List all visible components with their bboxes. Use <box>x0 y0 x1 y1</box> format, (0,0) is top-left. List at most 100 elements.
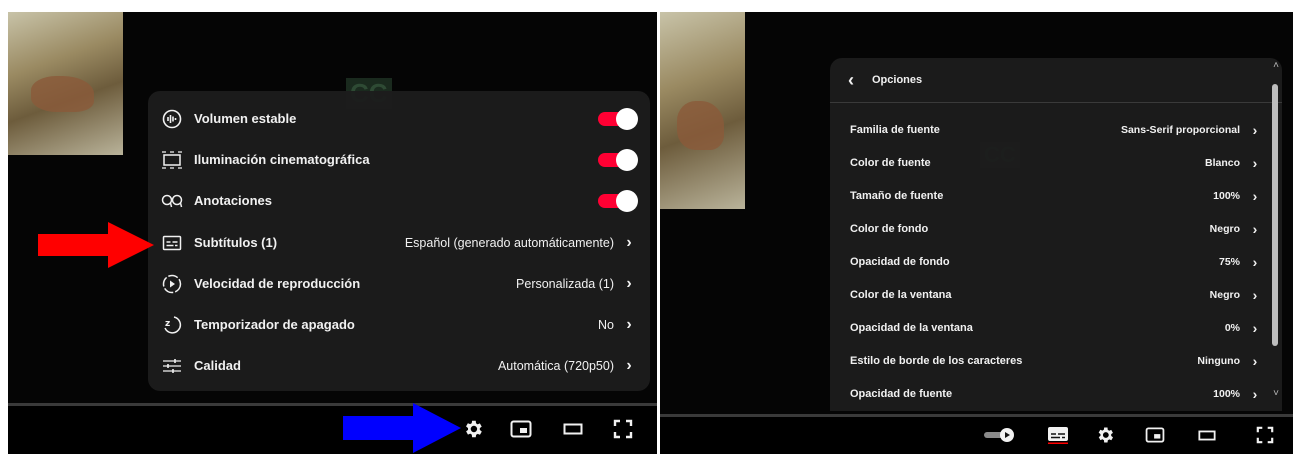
player-controls <box>8 406 657 454</box>
option-font-color[interactable]: Color de fuente Blanco › <box>830 146 1282 179</box>
option-label: Tamaño de fuente <box>850 189 944 202</box>
red-arrow-annotation <box>38 222 154 268</box>
chevron-right-icon: › <box>1252 220 1258 237</box>
option-label: Estilo de borde de los caracteres <box>850 354 1023 367</box>
option-font-size[interactable]: Tamaño de fuente 100% › <box>830 179 1282 212</box>
video-thumbnail <box>660 12 745 209</box>
option-character-edge-style[interactable]: Estilo de borde de los caracteres Ningun… <box>830 344 1282 377</box>
menu-item-subtitles[interactable]: Subtítulos (1) Español (generado automát… <box>148 222 650 263</box>
chevron-right-icon: › <box>1252 253 1258 270</box>
option-font-opacity[interactable]: Opacidad de fuente 100% › <box>830 377 1282 410</box>
option-value: Blanco <box>1204 156 1240 169</box>
option-value: Ninguno <box>1197 354 1240 367</box>
option-window-opacity[interactable]: Opacidad de la ventana 0% › <box>830 311 1282 344</box>
menu-item-value: No <box>598 317 614 332</box>
chevron-right-icon: › <box>626 233 632 251</box>
miniplayer-icon <box>1145 427 1165 443</box>
menu-item-stable-volume[interactable]: Volumen estable <box>148 98 650 139</box>
gear-icon <box>1098 427 1113 443</box>
chevron-right-icon: › <box>1252 121 1258 138</box>
option-label: Opacidad de fuente <box>850 387 953 400</box>
miniplayer-icon <box>510 420 532 438</box>
player-controls <box>660 417 1293 454</box>
option-value: 0% <box>1224 321 1240 334</box>
option-label: Familia de fuente <box>850 123 940 136</box>
blue-arrow-annotation <box>343 403 461 453</box>
gear-icon <box>466 420 482 438</box>
video-thumbnail <box>8 12 123 155</box>
menu-item-quality[interactable]: Calidad Automática (720p50) › <box>148 345 650 386</box>
settings-button[interactable] <box>460 416 486 442</box>
fullscreen-button[interactable] <box>1252 422 1278 448</box>
option-value: 75% <box>1218 255 1240 268</box>
menu-item-label: Anotaciones <box>194 193 273 208</box>
cinematic-lighting-icon <box>160 148 184 172</box>
stable-volume-toggle[interactable] <box>598 107 638 130</box>
option-label: Opacidad de fondo <box>850 255 950 268</box>
settings-menu: Volumen estable Iluminación cinematográf… <box>148 91 650 391</box>
option-font-family[interactable]: Familia de fuente Sans-Serif proporciona… <box>830 113 1282 146</box>
menu-item-playback-speed[interactable]: Velocidad de reproducción Personalizada … <box>148 263 650 304</box>
option-window-color[interactable]: Color de la ventana Negro › <box>830 278 1282 311</box>
options-header[interactable]: ‹ Opciones <box>830 58 1282 103</box>
option-label: Color de la ventana <box>850 288 952 301</box>
option-value: 100% <box>1213 189 1240 202</box>
cinematic-lighting-toggle[interactable] <box>598 148 638 171</box>
menu-item-cinematic-lighting[interactable]: Iluminación cinematográfica <box>148 139 650 180</box>
right-video-player: CC ‹ Opciones Familia de fuente Sans-Ser… <box>660 12 1293 454</box>
option-background-color[interactable]: Color de fondo Negro › <box>830 212 1282 245</box>
menu-item-label: Calidad <box>194 358 241 373</box>
fullscreen-button[interactable] <box>610 416 636 442</box>
menu-item-value: Personalizada (1) <box>516 276 614 291</box>
option-background-opacity[interactable]: Opacidad de fondo 75% › <box>830 245 1282 278</box>
annotations-icon <box>160 189 184 213</box>
chevron-right-icon: › <box>1252 154 1258 171</box>
menu-item-label: Volumen estable <box>194 111 297 126</box>
chevron-right-icon: › <box>1252 187 1258 204</box>
caption-options-menu: ‹ Opciones Familia de fuente Sans-Serif … <box>830 58 1282 411</box>
scroll-down-icon[interactable]: ˅ <box>1273 388 1279 399</box>
menu-item-label: Velocidad de reproducción <box>194 276 361 291</box>
stable-volume-icon <box>160 107 184 131</box>
menu-item-sleep-timer[interactable]: z Temporizador de apagado No › <box>148 304 650 345</box>
option-value: Sans-Serif proporcional <box>1120 123 1240 136</box>
option-value: Negro <box>1209 222 1240 235</box>
chevron-right-icon: › <box>626 315 632 333</box>
autoplay-toggle[interactable] <box>982 422 1016 448</box>
subtitles-button[interactable] <box>1045 422 1071 448</box>
option-value: 100% <box>1213 387 1240 400</box>
settings-button[interactable] <box>1092 422 1118 448</box>
subtitles-icon <box>1048 427 1068 444</box>
theater-mode-button[interactable] <box>560 416 586 442</box>
back-arrow-icon[interactable]: ‹ <box>848 70 854 91</box>
chevron-right-icon: › <box>626 356 632 374</box>
menu-item-label: Subtítulos (1) <box>194 235 278 250</box>
fullscreen-icon <box>1256 426 1274 444</box>
theater-icon <box>1198 430 1216 440</box>
theater-icon <box>563 423 583 435</box>
theater-mode-button[interactable] <box>1194 422 1220 448</box>
menu-item-annotations[interactable]: Anotaciones <box>148 180 650 221</box>
options-title: Opciones <box>872 74 923 86</box>
chevron-right-icon: › <box>1252 319 1258 336</box>
option-label: Color de fuente <box>850 156 931 169</box>
chevron-right-icon: › <box>1252 352 1258 369</box>
playback-speed-icon <box>160 272 184 296</box>
quality-icon <box>160 354 184 378</box>
svg-text:z: z <box>165 319 170 329</box>
autoplay-icon <box>984 428 1014 442</box>
chevron-right-icon: › <box>1252 286 1258 303</box>
subtitles-icon <box>160 231 184 255</box>
menu-item-label: Iluminación cinematográfica <box>194 152 370 167</box>
fullscreen-icon <box>613 419 633 439</box>
option-value: Negro <box>1209 288 1240 301</box>
chevron-right-icon: › <box>626 274 632 292</box>
miniplayer-button[interactable] <box>508 416 534 442</box>
scroll-up-icon[interactable]: ˄ <box>1273 60 1279 71</box>
annotations-toggle[interactable] <box>598 189 638 212</box>
option-label: Opacidad de la ventana <box>850 321 973 334</box>
scrollbar[interactable] <box>1272 84 1278 346</box>
miniplayer-button[interactable] <box>1142 422 1168 448</box>
option-label: Color de fondo <box>850 222 929 235</box>
chevron-right-icon: › <box>1252 385 1258 402</box>
